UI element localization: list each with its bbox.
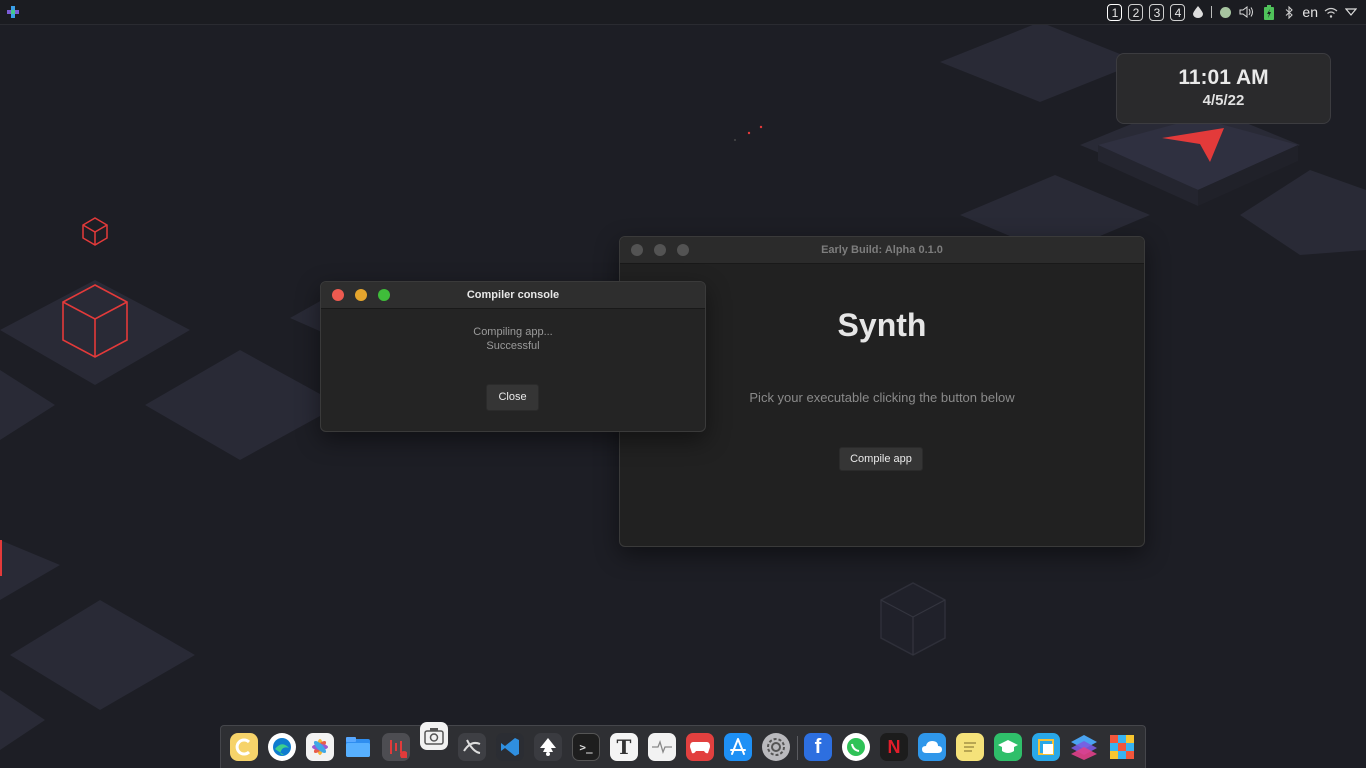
clock-widget: 11:01 AM 4/5/22 [1116,53,1331,124]
status-circle-icon[interactable] [1218,5,1232,19]
workspace-3[interactable]: 3 [1149,3,1165,21]
tray-divider [1211,6,1213,18]
keyboard-layout[interactable]: en [1302,4,1318,20]
bluetooth-icon[interactable] [1282,5,1296,19]
synth-window-title: Early Build: Alpha 0.1.0 [821,244,943,256]
typora-icon[interactable]: T [610,733,638,761]
workspace-4[interactable]: 4 [1170,3,1186,21]
grid-app-icon[interactable] [1108,733,1136,761]
audio-recorder-icon[interactable] [382,733,410,761]
clock-time: 11:01 AM [1178,66,1269,89]
volume-icon[interactable] [1238,5,1256,19]
app-store-icon[interactable] [724,733,752,761]
obs-icon[interactable] [458,733,486,761]
clock-date: 4/5/22 [1202,92,1245,109]
dock-divider [797,736,798,760]
terminal-icon[interactable]: >_ [572,733,600,761]
top-panel: 1 2 3 4 en [0,0,1366,25]
screenshot-icon[interactable] [420,722,448,750]
compile-app-button[interactable]: Compile app [839,447,923,471]
window-tool-icon[interactable] [1032,733,1060,761]
launchpad-icon[interactable] [230,733,258,761]
inkscape-icon[interactable] [534,733,562,761]
compiler-console-window: Compiler console Compiling app... Succes… [320,281,706,432]
vscode-icon[interactable] [496,733,524,761]
chevron-down-icon[interactable] [1344,5,1358,19]
wifi-icon[interactable] [1324,5,1338,19]
drop-icon[interactable] [1191,5,1205,19]
workspace-2[interactable]: 2 [1128,3,1144,21]
synth-titlebar[interactable]: Early Build: Alpha 0.1.0 [620,237,1144,264]
netflix-icon[interactable]: N [880,733,908,761]
icloud-icon[interactable] [918,733,946,761]
battery-icon[interactable] [1262,4,1276,20]
workspace-1[interactable]: 1 [1107,3,1123,21]
console-output-line: Compiling app... [473,326,553,338]
whatsapp-icon[interactable] [842,733,870,761]
app-launcher-icon[interactable] [6,5,20,19]
files-icon[interactable] [344,733,372,761]
system-monitor-icon[interactable] [648,733,676,761]
console-output-status: Successful [486,340,540,352]
notes-icon[interactable] [956,733,984,761]
close-button[interactable]: Close [486,384,539,411]
dock: >_ T f N [220,722,1146,768]
photos-icon[interactable] [306,733,334,761]
console-titlebar[interactable]: Compiler console [321,282,705,309]
games-icon[interactable] [686,733,714,761]
console-window-title: Compiler console [466,289,560,301]
settings-icon[interactable] [762,733,790,761]
facebook-icon[interactable]: f [804,733,832,761]
layers-icon[interactable] [1070,733,1098,761]
edge-browser-icon[interactable] [268,733,296,761]
system-tray: 1 2 3 4 en [1107,0,1366,24]
education-icon[interactable] [994,733,1022,761]
